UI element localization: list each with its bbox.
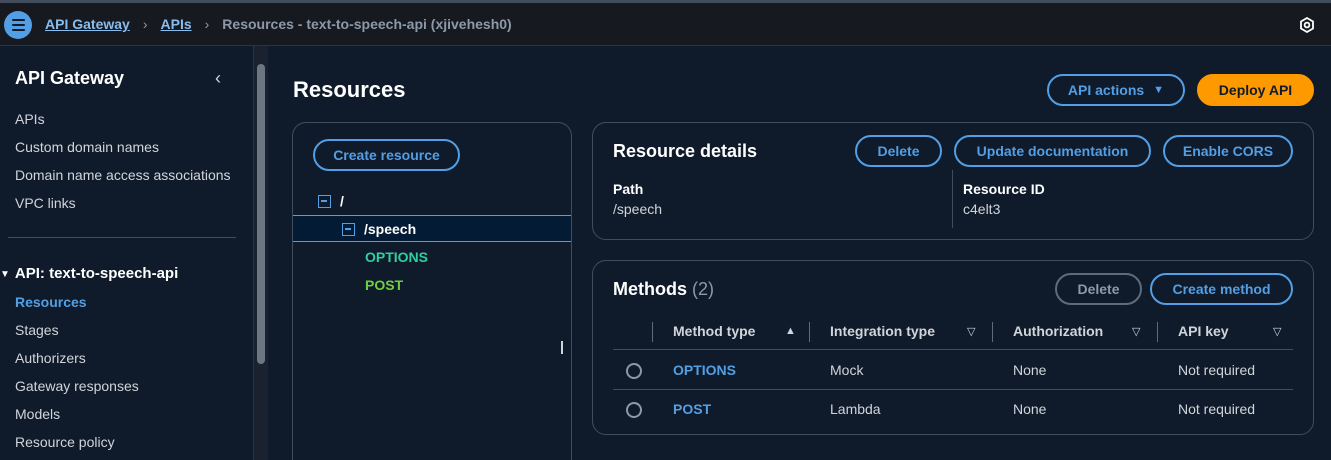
resource-tree-panel	[292, 122, 572, 460]
column-separator[interactable]	[992, 322, 993, 342]
update-documentation-button[interactable]: Update documentation	[954, 135, 1151, 167]
authorization-cell: None	[1013, 362, 1047, 378]
tree-node-speech[interactable]: /speech	[342, 221, 416, 237]
settings-icon[interactable]	[1299, 17, 1315, 33]
api-key-cell: Not required	[1178, 401, 1256, 417]
chevron-right-icon: ›	[142, 16, 148, 32]
sidebar-item-gateway-responses[interactable]: Gateway responses	[15, 378, 139, 394]
collapse-icon[interactable]	[342, 222, 355, 236]
tree-method-post[interactable]: POST	[365, 277, 403, 293]
api-key-cell: Not required	[1178, 362, 1256, 378]
sidebar-item-resource-policy[interactable]: Resource policy	[15, 434, 115, 450]
page-title: Resources	[293, 77, 406, 102]
tree-node-speech-label: /speech	[364, 221, 417, 237]
table-header-divider	[613, 349, 1293, 350]
panel-resize-handle[interactable]	[561, 341, 563, 354]
path-value: /speech	[613, 201, 663, 217]
collapse-icon[interactable]	[318, 194, 331, 208]
sidebar: API Gateway ‹ APIs Custom domain names D…	[0, 46, 254, 460]
column-separator[interactable]	[809, 322, 810, 342]
deploy-api-button[interactable]: Deploy API	[1197, 74, 1314, 106]
sort-icon[interactable]: ▽	[967, 325, 975, 338]
authorization-cell: None	[1013, 401, 1047, 417]
methods-count: (2)	[692, 279, 715, 299]
delete-resource-button[interactable]: Delete	[855, 135, 942, 167]
breadcrumb-api-gateway[interactable]: API Gateway	[45, 16, 130, 32]
tree-selected-highlight	[293, 215, 571, 242]
create-method-button[interactable]: Create method	[1150, 273, 1293, 305]
resource-id-value: c4elt3	[963, 201, 1001, 217]
methods-title: Methods (2)	[613, 279, 714, 300]
caret-down-icon: ▼	[1153, 84, 1165, 96]
row-select-radio[interactable]	[626, 363, 642, 379]
tree-node-root[interactable]: /	[318, 193, 344, 209]
tree-method-options[interactable]: OPTIONS	[365, 249, 428, 265]
column-header-api-key[interactable]: API key	[1178, 323, 1229, 339]
tree-node-root-label: /	[340, 193, 344, 209]
chevron-right-icon: ›	[204, 16, 210, 32]
table-row-divider	[613, 389, 1293, 390]
method-link-post[interactable]: POST	[673, 401, 711, 417]
sidebar-scrollbar-thumb[interactable]	[257, 64, 265, 364]
column-header-integration-type[interactable]: Integration type	[830, 323, 935, 339]
integration-type-cell: Mock	[830, 362, 864, 378]
sort-icon[interactable]: ▽	[1273, 325, 1281, 338]
create-resource-button[interactable]: Create resource	[313, 139, 460, 171]
sidebar-item-domain-access[interactable]: Domain name access associations	[15, 167, 231, 183]
method-link-options[interactable]: OPTIONS	[673, 362, 736, 378]
sidebar-item-vpc-links[interactable]: VPC links	[15, 195, 76, 211]
breadcrumb-current: Resources - text-to-speech-api (xjivehes…	[222, 16, 512, 32]
top-navigation-bar: API Gateway › APIs › Resources - text-to…	[0, 0, 1331, 46]
caret-down-icon: ▼	[0, 269, 10, 280]
sidebar-section-api[interactable]: ▼ API: text-to-speech-api	[0, 265, 178, 282]
column-header-method-type[interactable]: Method type	[673, 323, 755, 339]
details-divider	[952, 170, 953, 228]
sidebar-item-custom-domain-names[interactable]: Custom domain names	[15, 139, 159, 155]
delete-method-button[interactable]: Delete	[1055, 273, 1142, 305]
collapse-sidebar-icon[interactable]: ‹	[215, 68, 221, 89]
sidebar-item-stages[interactable]: Stages	[15, 322, 59, 338]
sidebar-item-models[interactable]: Models	[15, 406, 60, 422]
methods-title-text: Methods	[613, 279, 687, 299]
sidebar-title: API Gateway	[15, 68, 125, 88]
sidebar-item-authorizers[interactable]: Authorizers	[15, 350, 86, 366]
menu-icon[interactable]	[4, 11, 32, 39]
resource-details-title: Resource details	[613, 141, 758, 161]
column-separator	[652, 322, 653, 342]
api-actions-button[interactable]: API actions ▼	[1047, 74, 1185, 106]
sort-icon[interactable]: ▽	[1132, 325, 1140, 338]
breadcrumb: API Gateway › APIs › Resources - text-to…	[45, 16, 512, 32]
path-label: Path	[613, 181, 644, 197]
enable-cors-button[interactable]: Enable CORS	[1163, 135, 1293, 167]
column-separator[interactable]	[1157, 322, 1158, 342]
sidebar-section-title: API: text-to-speech-api	[14, 265, 179, 282]
integration-type-cell: Lambda	[830, 401, 881, 417]
sidebar-item-resources[interactable]: Resources	[15, 294, 87, 310]
resource-id-label: Resource ID	[963, 181, 1045, 197]
column-header-authorization[interactable]: Authorization	[1013, 323, 1103, 339]
api-actions-label: API actions	[1067, 82, 1145, 98]
sidebar-divider	[8, 237, 236, 238]
sidebar-item-apis[interactable]: APIs	[15, 111, 45, 127]
row-select-radio[interactable]	[626, 402, 642, 418]
sort-ascending-icon[interactable]: ▲	[785, 325, 796, 337]
breadcrumb-apis[interactable]: APIs	[161, 16, 192, 32]
